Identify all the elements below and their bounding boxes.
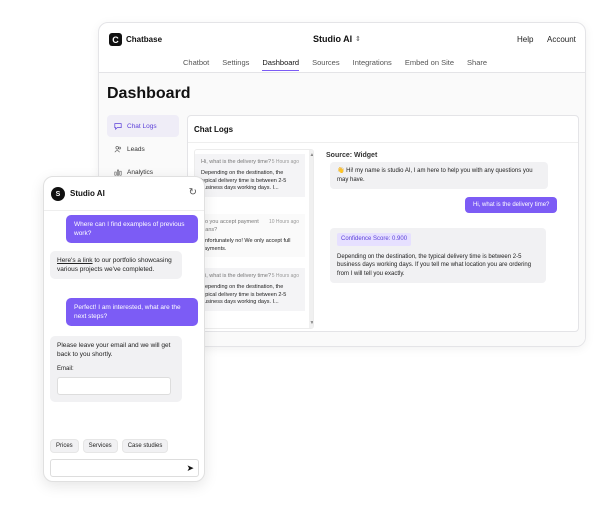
scrollbar[interactable]: ▲ ▼ [309,150,313,328]
tab-chatbot[interactable]: Chatbot [183,58,209,71]
widget-header: S Studio AI ↻ [44,177,204,211]
user-message: Perfect! I am interested, what are the n… [66,298,198,326]
email-label: Email: [57,366,74,372]
bot-answer-text: Depending on the destination, the typica… [337,253,532,277]
avatar: S [51,187,65,201]
chat-icon [114,123,122,130]
main-nav: Chatbot Settings Dashboard Sources Integ… [183,58,500,71]
source-label: Source: Widget [326,152,378,159]
chevron-updown-icon: ⇕ [355,36,362,43]
tab-settings[interactable]: Settings [222,58,249,71]
conversation-question: Hi, what is the delivery time? [201,159,271,165]
conversation-answer: Unfortunately no! We only accept full pa… [201,238,291,252]
top-bar: C Chatbase Studio AI ⇕ Help Account Chat… [99,23,585,73]
sidebar-item-chat-logs[interactable]: Chat Logs [107,115,179,137]
send-icon[interactable]: ➤ [186,463,194,474]
bot-message: Here's a link to our portfolio showcasin… [50,251,182,279]
bot-message: Confidence Score: 0.900 Depending on the… [330,228,546,283]
chat-logs-title: Chat Logs [194,125,234,134]
conversation-view: 👋 Hi! my name is studio AI, I am here to… [326,162,572,328]
sidebar-item-leads[interactable]: Leads [107,138,179,160]
conversation-question: Hi, what is the delivery time? [201,273,271,279]
users-icon [114,146,122,153]
chat-logs-panel: Chat Logs Hi, what is the delivery time?… [187,115,579,332]
bot-message: 👋 Hi! my name is studio AI, I am here to… [330,162,548,189]
project-name: Studio AI [313,34,353,44]
user-message: Hi, what is the delivery time? [465,197,558,213]
bar-chart-icon [114,169,122,176]
chip-case-studies[interactable]: Case studies [121,439,169,453]
bot-message-text: Please leave your email and we will get … [57,342,171,358]
confidence-badge: Confidence Score: 0.900 [337,233,412,246]
widget-bot-name: Studio AI [70,189,105,198]
list-item[interactable]: Do you accept payment plans? 10 Hours ag… [195,214,305,257]
dashboard-sidebar: Chat Logs Leads Analytics [107,115,179,184]
message-input[interactable]: ➤ [50,459,199,477]
suggestion-chips: Prices Services Case studies [50,439,169,453]
chat-widget: S Studio AI ↻ Where can I find examples … [43,176,205,482]
help-link[interactable]: Help [517,35,533,44]
tab-sources[interactable]: Sources [312,58,340,71]
account-link[interactable]: Account [547,35,576,44]
portfolio-link[interactable]: Here's a link [57,257,93,264]
chip-prices[interactable]: Prices [50,439,79,453]
project-selector[interactable]: Studio AI ⇕ [313,34,361,44]
sidebar-item-label: Analytics [127,168,154,176]
email-field[interactable] [57,377,171,395]
list-item[interactable]: Hi, what is the delivery time? 5 Hours a… [195,154,305,197]
chip-services[interactable]: Services [82,439,118,453]
scroll-up-icon[interactable]: ▲ [309,152,313,158]
conversation-time: 5 Hours ago [271,273,299,279]
list-item[interactable]: Hi, what is the delivery time? 5 Hours a… [195,268,305,311]
conversation-time: 10 Hours ago [268,219,299,225]
tab-share[interactable]: Share [467,58,487,71]
brand-name: Chatbase [126,35,163,44]
conversation-answer: Depending on the destination, the typica… [201,284,287,305]
conversation-list: Hi, what is the delivery time? 5 Hours a… [194,149,314,329]
page-title: Dashboard [107,85,191,102]
divider [188,142,578,143]
scroll-down-icon[interactable]: ▼ [309,320,313,326]
sidebar-item-label: Leads [127,145,145,153]
conversation-question: Do you accept payment plans? [201,219,259,233]
user-message: Where can I find examples of previous wo… [66,215,198,243]
sidebar-item-label: Chat Logs [127,122,157,130]
conversation-time: 5 Hours ago [271,159,299,165]
tab-embed-on-site[interactable]: Embed on Site [405,58,454,71]
chatbase-logo-icon: C [109,33,122,46]
bot-message: Please leave your email and we will get … [50,336,182,402]
refresh-icon[interactable]: ↻ [189,187,197,198]
tab-dashboard[interactable]: Dashboard [262,58,300,71]
tab-integrations[interactable]: Integrations [353,58,392,71]
conversation-answer: Depending on the destination, the typica… [201,170,287,191]
